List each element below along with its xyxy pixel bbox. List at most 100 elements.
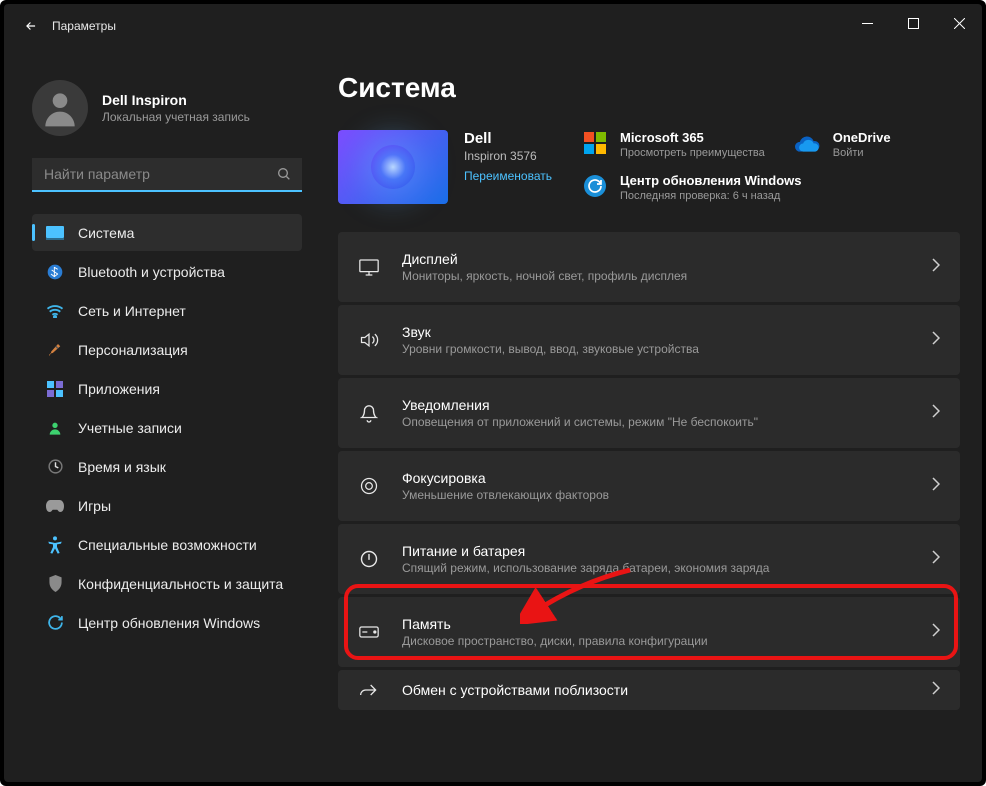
chevron-right-icon xyxy=(932,623,940,642)
sidebar-item-gaming[interactable]: Игры xyxy=(32,487,302,524)
sidebar-item-label: Учетные записи xyxy=(78,420,182,436)
profile-block[interactable]: Dell Inspiron Локальная учетная запись xyxy=(32,60,302,136)
gamepad-icon xyxy=(46,497,64,515)
device-model: Inspiron 3576 xyxy=(464,149,552,163)
list-item-focus[interactable]: Фокусировка Уменьшение отвлекающих фактор… xyxy=(338,451,960,521)
list-title: Уведомления xyxy=(402,397,758,413)
list-item-display[interactable]: Дисплей Мониторы, яркость, ночной свет, п… xyxy=(338,232,960,302)
nav: Система Bluetooth и устройства Сеть и Ин… xyxy=(32,214,302,641)
device-block: Dell Inspiron 3576 Переименовать xyxy=(338,130,552,204)
close-button[interactable] xyxy=(936,4,982,42)
rename-link[interactable]: Переименовать xyxy=(464,169,552,183)
sidebar-item-label: Сеть и Интернет xyxy=(78,303,186,319)
sidebar-item-update[interactable]: Центр обновления Windows xyxy=(32,604,302,641)
ms365-icon xyxy=(582,130,608,156)
card-ms365[interactable]: Microsoft 365 Просмотреть преимущества xyxy=(582,130,765,159)
share-icon xyxy=(358,679,380,701)
sidebar-item-time-language[interactable]: Время и язык xyxy=(32,448,302,485)
profile-sub: Локальная учетная запись xyxy=(102,110,250,124)
list-title: Обмен с устройствами поблизости xyxy=(402,682,628,698)
sidebar-item-label: Время и язык xyxy=(78,459,166,475)
sidebar-item-personalization[interactable]: Персонализация xyxy=(32,331,302,368)
sidebar: Dell Inspiron Локальная учетная запись С… xyxy=(4,48,314,782)
sidebar-item-network[interactable]: Сеть и Интернет xyxy=(32,292,302,329)
search-input[interactable] xyxy=(32,158,302,192)
list-item-sound[interactable]: ЗвукУровни громкости, вывод, ввод, звуко… xyxy=(338,305,960,375)
sidebar-item-accounts[interactable]: Учетные записи xyxy=(32,409,302,446)
sidebar-item-label: Bluetooth и устройства xyxy=(78,264,225,280)
card-sub[interactable]: Войти xyxy=(833,147,891,159)
list-item-nearby-share[interactable]: Обмен с устройствами поблизости xyxy=(338,670,960,710)
sidebar-item-accessibility[interactable]: Специальные возможности xyxy=(32,526,302,563)
display-icon xyxy=(358,256,380,278)
apps-icon xyxy=(46,380,64,398)
profile-name: Dell Inspiron xyxy=(102,92,250,108)
list-title: Фокусировка xyxy=(402,470,609,486)
avatar xyxy=(32,80,88,136)
card-update[interactable]: Центр обновления Windows Последняя прове… xyxy=(582,173,802,202)
sidebar-item-apps[interactable]: Приложения xyxy=(32,370,302,407)
settings-list: Дисплей Мониторы, яркость, ночной свет, п… xyxy=(338,232,960,710)
wifi-icon xyxy=(46,302,64,320)
card-title: Microsoft 365 xyxy=(620,130,765,145)
list-sub: Дисковое пространство, диски, правила ко… xyxy=(402,634,708,648)
device-thumbnail xyxy=(338,130,448,204)
sidebar-item-privacy[interactable]: Конфиденциальность и защита xyxy=(32,565,302,602)
chevron-right-icon xyxy=(932,477,940,496)
chevron-right-icon xyxy=(932,331,940,350)
storage-icon xyxy=(358,621,380,643)
sidebar-item-label: Персонализация xyxy=(78,342,188,358)
search-icon xyxy=(276,166,292,187)
update-icon xyxy=(46,614,64,632)
content-area: Система Dell Inspiron 3576 Переименовать xyxy=(314,48,982,782)
sidebar-item-system[interactable]: Система xyxy=(32,214,302,251)
maximize-button[interactable] xyxy=(890,4,936,42)
brush-icon xyxy=(46,341,64,359)
list-item-storage[interactable]: Память Дисковое пространство, диски, прав… xyxy=(338,597,960,667)
list-sub: Мониторы, яркость, ночной свет, профиль … xyxy=(402,269,687,283)
system-icon xyxy=(46,224,64,242)
sidebar-item-label: Специальные возможности xyxy=(78,537,257,553)
list-title: Память xyxy=(402,616,708,632)
search-container xyxy=(32,158,302,192)
page-title: Система xyxy=(338,72,960,104)
update-circle-icon xyxy=(582,173,608,199)
card-onedrive[interactable]: OneDrive Войти xyxy=(795,130,891,159)
list-title: Питание и батарея xyxy=(402,543,769,559)
list-sub: Оповещения от приложений и системы, режи… xyxy=(402,415,758,429)
sidebar-item-label: Конфиденциальность и защита xyxy=(78,576,283,592)
bell-icon xyxy=(358,402,380,424)
sidebar-item-label: Игры xyxy=(78,498,111,514)
clock-globe-icon xyxy=(46,458,64,476)
person-icon xyxy=(46,419,64,437)
minimize-button[interactable] xyxy=(844,4,890,42)
list-title: Дисплей xyxy=(402,251,687,267)
window-title: Параметры xyxy=(52,19,116,33)
list-item-notifications[interactable]: Уведомления Оповещения от приложений и си… xyxy=(338,378,960,448)
sidebar-item-label: Система xyxy=(78,225,134,241)
sound-icon xyxy=(358,329,380,351)
card-sub[interactable]: Просмотреть преимущества xyxy=(620,147,765,159)
accessibility-icon xyxy=(46,536,64,554)
sidebar-item-label: Приложения xyxy=(78,381,160,397)
shield-icon xyxy=(46,575,64,593)
back-button[interactable] xyxy=(16,11,46,41)
card-title: OneDrive xyxy=(833,130,891,145)
bluetooth-icon xyxy=(46,263,64,281)
list-sub: Уменьшение отвлекающих факторов xyxy=(402,488,609,502)
card-title: Центр обновления Windows xyxy=(620,173,802,188)
card-sub: Последняя проверка: 6 ч назад xyxy=(620,190,802,202)
chevron-right-icon xyxy=(932,681,940,700)
focus-icon xyxy=(358,475,380,497)
device-name: Dell xyxy=(464,130,552,147)
list-sub: Спящий режим, использование заряда батар… xyxy=(402,561,769,575)
power-icon xyxy=(358,548,380,570)
onedrive-icon xyxy=(795,130,821,156)
list-item-power[interactable]: Питание и батарея Спящий режим, использов… xyxy=(338,524,960,594)
sidebar-item-label: Центр обновления Windows xyxy=(78,615,260,631)
chevron-right-icon xyxy=(932,404,940,423)
title-bar: Параметры xyxy=(4,4,982,48)
chevron-right-icon xyxy=(932,258,940,277)
chevron-right-icon xyxy=(932,550,940,569)
sidebar-item-bluetooth[interactable]: Bluetooth и устройства xyxy=(32,253,302,290)
